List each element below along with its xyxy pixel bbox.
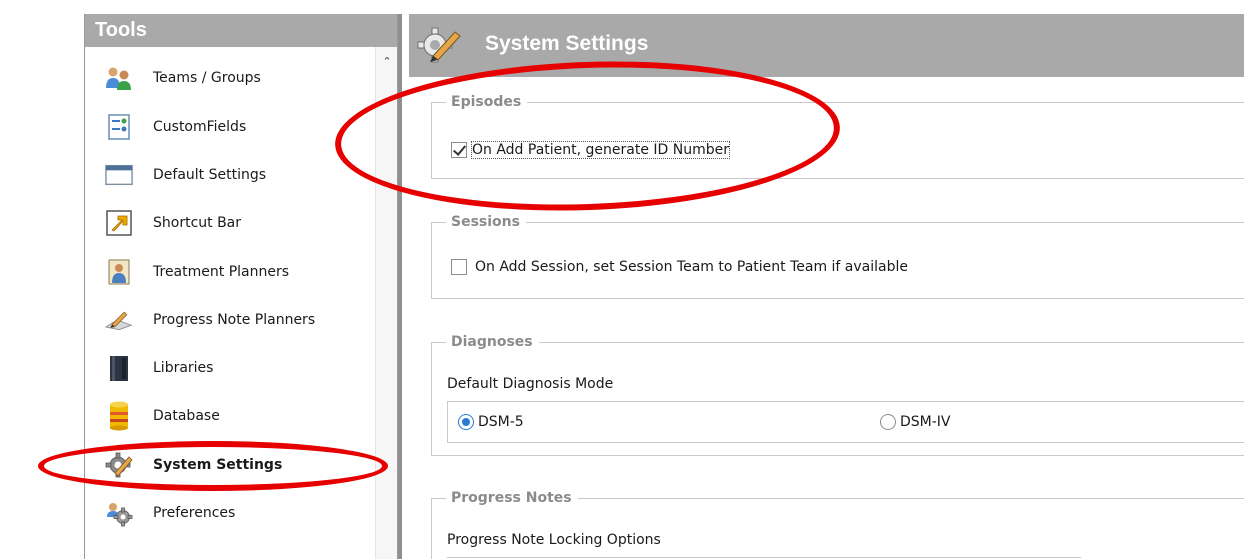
tool-item-database[interactable]: Database [85, 397, 375, 435]
generate-id-checkbox[interactable] [451, 142, 467, 158]
group-title: Sessions [446, 213, 526, 231]
tool-item-preferences[interactable]: Preferences [85, 494, 375, 532]
session-team-label[interactable]: On Add Session, set Session Team to Pati… [475, 259, 908, 275]
tool-item-label: Database [153, 408, 220, 424]
progress-notes-group: Progress Notes [431, 489, 1244, 559]
database-icon [105, 401, 133, 431]
gears-icon [105, 500, 133, 527]
tool-item-label: System Settings [153, 457, 283, 473]
dsm4-label[interactable]: DSM-IV [900, 414, 951, 430]
page-title: System Settings [485, 32, 649, 55]
tool-item-treatment-planners[interactable]: Treatment Planners [85, 253, 375, 291]
tool-item-system-settings[interactable]: System Settings [85, 446, 375, 484]
dsm5-label[interactable]: DSM-5 [478, 414, 524, 430]
tool-item-label: Libraries [153, 360, 214, 376]
panel-divider[interactable] [398, 14, 402, 559]
group-title: Diagnoses [446, 333, 539, 351]
window-icon [105, 162, 133, 188]
gear-pencil-icon [417, 24, 463, 64]
tools-panel: Tools Teams / Groups CustomFields Defaul… [84, 14, 398, 559]
tool-item-progress-note-planners[interactable]: Progress Note Planners [85, 301, 375, 339]
book-icon [105, 355, 133, 381]
tool-item-shortcut-bar[interactable]: Shortcut Bar [85, 204, 375, 242]
episodes-group: Episodes [431, 93, 1244, 179]
tool-item-label: CustomFields [153, 119, 247, 135]
gear-icon [105, 452, 133, 478]
tool-item-label: Default Settings [153, 167, 267, 183]
tools-header: Tools [85, 14, 397, 47]
tool-item-libraries[interactable]: Libraries [85, 349, 375, 387]
main-header: System Settings [409, 14, 1244, 77]
group-title: Episodes [446, 93, 528, 111]
tool-item-label: Treatment Planners [153, 264, 290, 280]
session-team-checkbox[interactable] [451, 259, 467, 275]
chevron-up-icon[interactable]: ⌃ [379, 53, 395, 69]
generate-id-label[interactable]: On Add Patient, generate ID Number [470, 141, 731, 159]
tools-scrollbar[interactable]: ⌃ [375, 47, 397, 559]
dsm4-radio[interactable] [880, 414, 896, 430]
custom-fields-icon [105, 114, 133, 140]
team-icon [105, 65, 133, 91]
pen-note-icon [105, 307, 133, 333]
person-icon [105, 259, 133, 285]
group-title: Progress Notes [446, 489, 578, 507]
tool-item-label: Progress Note Planners [153, 312, 316, 328]
tools-list: Teams / Groups CustomFields Default Sett… [85, 47, 375, 559]
locking-options-label: Progress Note Locking Options [447, 532, 661, 548]
diagnosis-mode-options: DSM-5 DSM-IV [447, 401, 1244, 443]
tool-item-label: Shortcut Bar [153, 215, 242, 231]
tool-item-custom-fields[interactable]: CustomFields [85, 108, 375, 146]
tool-item-teams-groups[interactable]: Teams / Groups [85, 59, 375, 97]
tool-item-label: Preferences [153, 505, 236, 521]
shortcut-arrow-icon [105, 210, 133, 236]
diagnosis-mode-label: Default Diagnosis Mode [447, 376, 614, 392]
dsm5-radio[interactable] [458, 414, 474, 430]
tool-item-default-settings[interactable]: Default Settings [85, 156, 375, 194]
tool-item-label: Teams / Groups [153, 70, 261, 86]
